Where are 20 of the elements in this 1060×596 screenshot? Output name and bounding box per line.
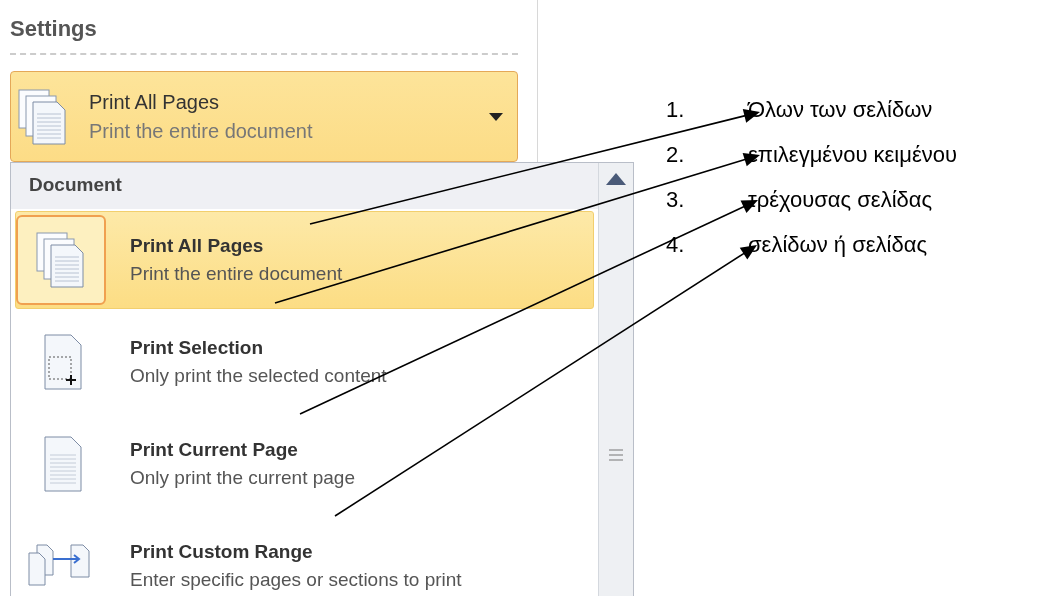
- annotation-number: 4.: [666, 232, 686, 258]
- section-header: Document: [11, 163, 598, 209]
- settings-heading: Settings: [10, 16, 98, 42]
- caret-icon: [489, 112, 503, 121]
- annotation-number: 2.: [666, 142, 686, 168]
- menu-item[interactable]: Print Selection Only print the selected content: [15, 313, 594, 411]
- annotation-number: 1.: [666, 97, 686, 123]
- annotation-label: τρέχουσας σελίδας: [748, 187, 933, 213]
- stacked-pages-icon: [35, 231, 87, 289]
- annotation-number: 3.: [666, 187, 686, 213]
- scrollbar[interactable]: [598, 163, 633, 596]
- menu-item[interactable]: Print All Pages Print the entire document: [15, 211, 594, 309]
- scroll-up-icon[interactable]: [606, 173, 626, 185]
- annotation-label: επιλεγμένου κειμένου: [748, 142, 957, 168]
- menu-item[interactable]: Print Current Page Only print the current page: [15, 415, 594, 513]
- menu-item[interactable]: Print Custom Range Enter specific pages or sections to print: [15, 517, 594, 596]
- stacked-pages-icon: [17, 87, 69, 146]
- annotation-label: σελίδων ή σελίδας: [748, 232, 927, 258]
- print-range-dropdown[interactable]: Print All Pages Print the entire document: [10, 71, 518, 162]
- scroll-grip-icon: [609, 449, 623, 461]
